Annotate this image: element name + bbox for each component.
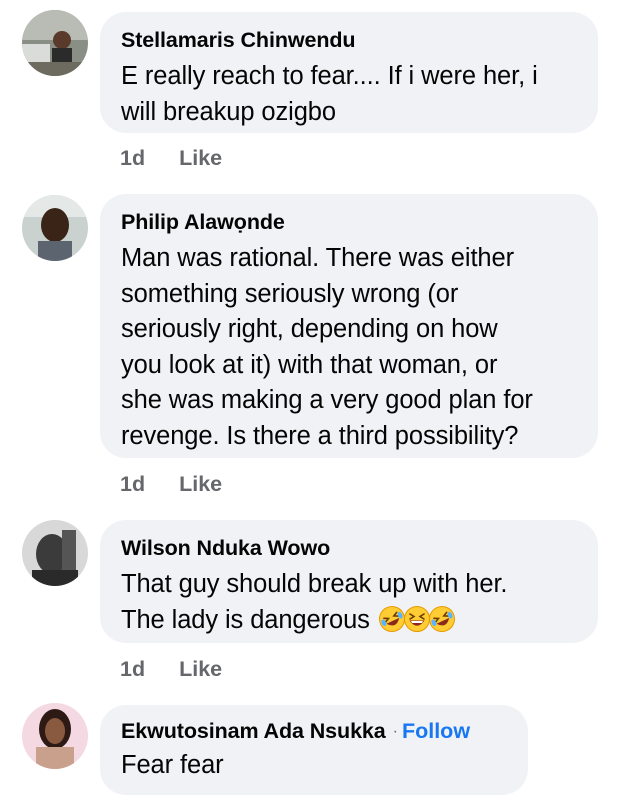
follow-button[interactable]: Follow — [402, 719, 470, 744]
user-photo-avatar-icon — [22, 195, 88, 261]
comment-text-line: That guy should break up with her. — [121, 570, 508, 598]
comment-text: That guy should break up with her. The l… — [121, 567, 576, 638]
rolling-laughing-emoji-icon — [378, 605, 405, 632]
avatar[interactable] — [22, 520, 88, 586]
user-photo-avatar-icon — [22, 10, 88, 76]
comment-text-line: Fear fear — [121, 751, 224, 779]
avatar[interactable] — [22, 195, 88, 261]
avatar[interactable] — [22, 703, 88, 769]
comment-meta: 1d Like — [120, 146, 222, 171]
comment-timestamp[interactable]: 1d — [120, 472, 145, 497]
comment-timestamp[interactable]: 1d — [120, 146, 145, 171]
comment-author[interactable]: Stellamaris Chinwendu — [121, 26, 356, 54]
user-photo-avatar-icon — [22, 520, 88, 586]
like-button[interactable]: Like — [179, 146, 222, 171]
comment-text: Fear fear — [121, 748, 506, 784]
comment-text-segment: The lady is dangerous — [121, 605, 370, 634]
comment-text-line: E really reach to fear.... If i were her… — [121, 62, 538, 90]
comment-text-line: she was making a very good plan for — [121, 386, 533, 414]
comment-text-line: something seriously wrong (or — [121, 279, 459, 308]
comment-text-line: you look at it) with that woman, or — [121, 350, 498, 379]
comment-text-line: The lady is dangerous — [121, 603, 576, 639]
like-button[interactable]: Like — [179, 472, 222, 497]
comment-meta: 1d Like — [120, 657, 222, 682]
separator-dot: · — [392, 723, 398, 740]
grinning-squint-emoji-icon — [403, 605, 430, 632]
comment-author[interactable]: Wilson Nduka Wowo — [121, 534, 330, 562]
comment-text-line: revenge. Is there a third possibility? — [121, 421, 519, 450]
comment-meta: 1d Like — [120, 472, 222, 497]
comment-text-line: seriously right, depending on how — [121, 315, 498, 343]
comment-text: Man was rational. There was either somet… — [121, 241, 576, 454]
comment-text: E really reach to fear.... If i were her… — [121, 59, 576, 130]
comment-bubble: Stellamaris Chinwendu E really reach to … — [100, 12, 598, 133]
comment-bubble: Ekwutosinam Ada Nsukka · Follow Fear fea… — [100, 705, 528, 795]
rolling-laughing-emoji-icon — [428, 605, 455, 632]
comment-timestamp[interactable]: 1d — [120, 657, 145, 682]
comment-text-line: will breakup ozigbo — [121, 97, 336, 126]
comment-author[interactable]: Ekwutosinam Ada Nsukka — [121, 717, 386, 745]
comment-bubble: Wilson Nduka Wowo That guy should break … — [100, 520, 598, 643]
like-button[interactable]: Like — [179, 657, 222, 682]
comment-text-line: Man was rational. There was either — [121, 244, 514, 272]
comment-author[interactable]: Philip Alawọnde — [121, 208, 285, 236]
comment-bubble: Philip Alawọnde Man was rational. There … — [100, 194, 598, 458]
avatar[interactable] — [22, 10, 88, 76]
user-photo-avatar-icon — [22, 703, 88, 769]
